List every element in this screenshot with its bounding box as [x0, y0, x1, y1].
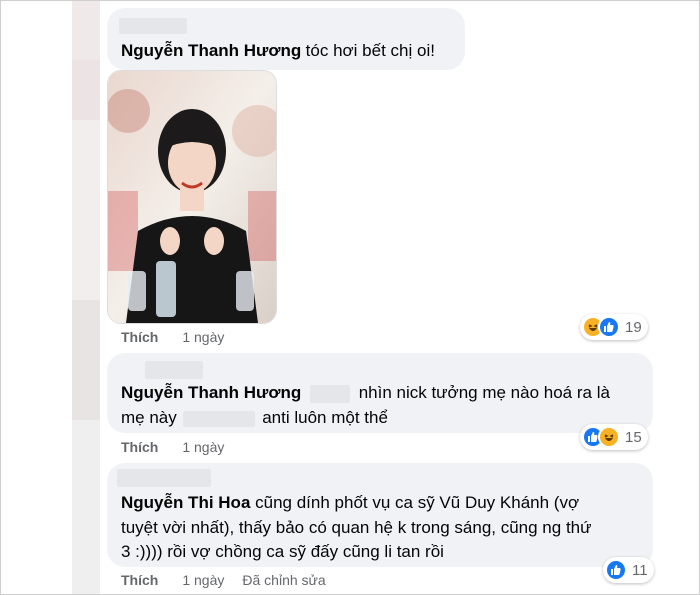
reaction-summary[interactable]: 11	[603, 557, 654, 583]
comment-time[interactable]: 1 ngày	[182, 572, 224, 588]
comment-text-line2a: mẹ này	[121, 408, 177, 427]
like-link[interactable]: Thích	[121, 572, 158, 588]
comment-actions: Thích 1 ngày Đã chỉnh sửa	[121, 572, 326, 588]
haha-icon	[598, 426, 620, 448]
comment-time[interactable]: 1 ngày	[182, 329, 224, 345]
woman-portrait-image	[108, 71, 276, 323]
comment-bubble: Nguyễn Thi Hoa cũng dính phốt vụ ca sỹ V…	[107, 463, 653, 567]
comment-time[interactable]: 1 ngày	[182, 439, 224, 455]
redacted-avatar-name	[145, 361, 203, 379]
like-link[interactable]: Thích	[121, 329, 158, 345]
reaction-summary[interactable]: 15	[580, 424, 648, 450]
comment-actions: Thích 1 ngày	[121, 329, 224, 345]
redacted-avatar-name	[119, 18, 187, 34]
comment-text-line2b: anti luôn một thể	[262, 408, 388, 427]
reaction-count: 11	[632, 561, 648, 579]
redacted-text	[183, 410, 256, 427]
like-link[interactable]: Thích	[121, 439, 158, 455]
comment-text-line2: tuyệt vời nhất), thấy bảo có quan hệ k t…	[121, 518, 592, 537]
like-icon	[605, 559, 627, 581]
comment-text-line3: 3 :)))) rồi vợ chồng ca sỹ đấy cũng li t…	[121, 542, 444, 561]
redacted-mention	[309, 384, 350, 403]
comment-bubble: Nguyễn Thanh Hương nhìn nick tưởng mẹ nà…	[107, 353, 653, 433]
comment-author[interactable]: Nguyễn Thanh Hương	[121, 383, 301, 402]
comment-author[interactable]: Nguyễn Thi Hoa	[121, 493, 250, 512]
comment-photo[interactable]	[107, 70, 277, 324]
left-blurred-strip	[72, 0, 100, 595]
comment-author[interactable]: Nguyễn Thanh Hương	[121, 41, 301, 60]
redacted-avatar-name	[117, 469, 211, 487]
comment-text-line1: cũng dính phốt vụ ca sỹ Vũ Duy Khánh (vợ	[255, 493, 580, 512]
reaction-count: 15	[625, 428, 642, 446]
edited-label[interactable]: Đã chỉnh sửa	[242, 572, 325, 588]
comment-actions: Thích 1 ngày	[121, 439, 224, 455]
like-icon	[598, 316, 620, 338]
reaction-count: 19	[625, 318, 642, 336]
comment-text: tóc hơi bết chị oi!	[305, 41, 435, 60]
reaction-summary[interactable]: 19	[580, 314, 648, 340]
comment-bubble: Nguyễn Thanh Hương tóc hơi bết chị oi!	[107, 8, 465, 70]
comment-text-line1: nhìn nick tưởng mẹ nào hoá ra là	[358, 383, 610, 402]
